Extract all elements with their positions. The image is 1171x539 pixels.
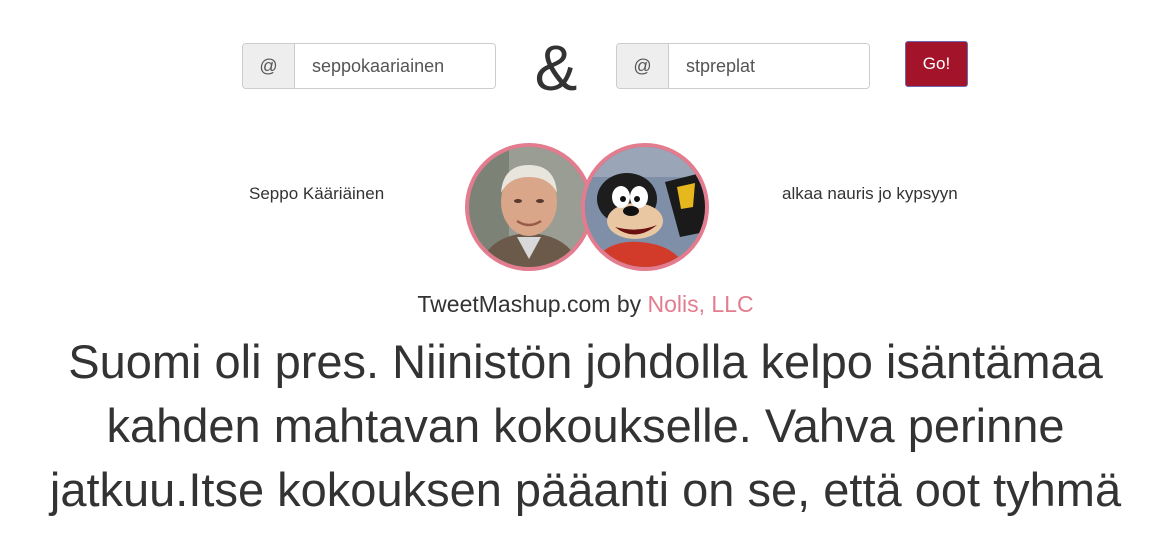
user1-avatar xyxy=(465,143,593,271)
company-link[interactable]: Nolis, LLC xyxy=(648,291,754,317)
user1-avatar-image xyxy=(469,147,589,267)
at-prefix: @ xyxy=(617,44,669,88)
user2-display-name: alkaa nauris jo kypsyyn xyxy=(782,184,958,203)
user2-handle-input[interactable] xyxy=(669,44,869,88)
page: @ & @ Go! Seppo Kääriäinen xyxy=(0,0,1171,539)
user1-handle-input[interactable] xyxy=(295,44,495,88)
user2-avatar xyxy=(581,143,709,271)
credit-by: by xyxy=(616,291,642,317)
go-button[interactable]: Go! xyxy=(905,41,968,87)
user2-avatar-image xyxy=(585,147,705,267)
user2-input-group: @ xyxy=(616,43,870,89)
user1-display-name: Seppo Kääriäinen xyxy=(249,184,385,203)
site-credit: TweetMashup.com by Nolis, LLC xyxy=(0,291,1171,318)
site-name: TweetMashup.com xyxy=(417,291,611,317)
mashup-tweet-text: Suomi oli pres. Niinistön johdolla kelpo… xyxy=(49,335,1122,516)
at-prefix: @ xyxy=(243,44,295,88)
ampersand-separator: & xyxy=(534,32,578,104)
user1-input-group: @ xyxy=(242,43,496,89)
